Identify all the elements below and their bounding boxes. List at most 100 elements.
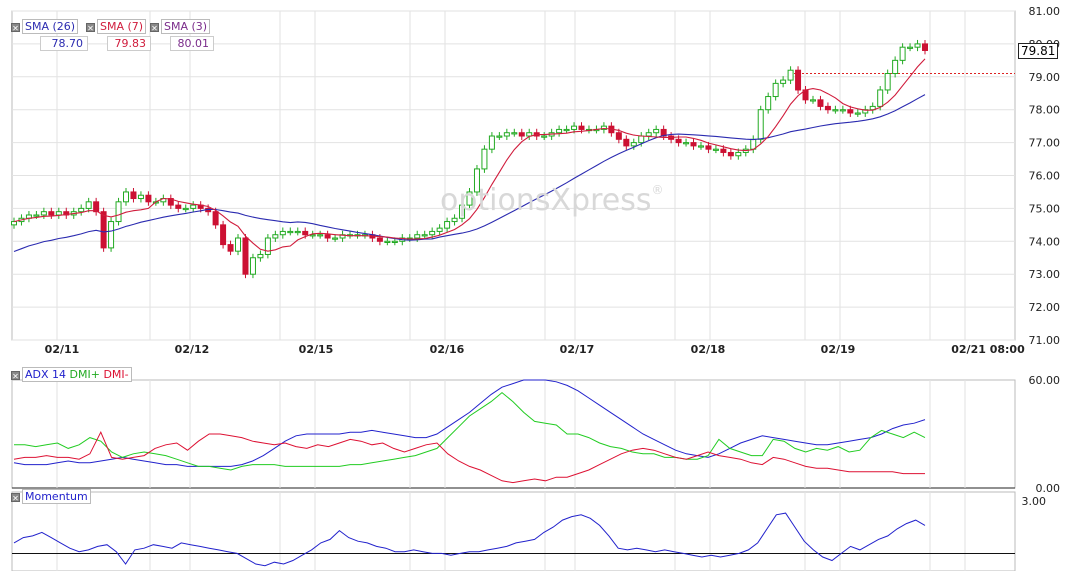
candle-body [556, 128, 563, 134]
candle-body [11, 221, 17, 226]
axis-labels: 81.0080.0079.0078.0077.0076.0075.0074.00… [45, 5, 1060, 508]
candle-body [615, 132, 622, 140]
y-tick-label: 79.00 [1029, 71, 1061, 84]
y-tick-label: 3.00 [1022, 495, 1047, 508]
candle-body [697, 145, 704, 148]
candle-body [436, 227, 443, 232]
y-tick-label: 73.00 [1029, 268, 1061, 281]
y-tick-label: 74.00 [1029, 235, 1061, 248]
candle-body [907, 46, 914, 49]
legend-momentum-label: Momentum [22, 489, 91, 504]
candle-body [817, 99, 824, 107]
candle-body [287, 230, 294, 234]
candle-body [899, 46, 906, 61]
dmi-plus-line [14, 391, 926, 471]
candle-body [220, 224, 227, 246]
candle-body [847, 109, 854, 114]
candle-body [735, 151, 742, 157]
candle-body [182, 207, 189, 211]
candle-body [257, 253, 264, 259]
candle-body [324, 234, 331, 239]
legend-dmi-minus-label: DMI- [103, 368, 129, 381]
candle-body [332, 237, 339, 240]
momentum-line [13, 512, 926, 567]
y-tick-label: 60.00 [1029, 374, 1061, 387]
last-price-box: 79.81 [1018, 43, 1059, 59]
x-tick-label: 02/12 [175, 343, 210, 356]
candle-body [55, 211, 62, 216]
y-tick-label: 75.00 [1029, 202, 1061, 215]
candle-body [653, 128, 660, 134]
close-icon[interactable]: ✕ [11, 493, 20, 503]
candle-body [391, 240, 398, 244]
candle-body [765, 96, 772, 111]
close-icon[interactable]: ✕ [11, 23, 20, 33]
candle-body [638, 135, 645, 144]
candle-body [421, 234, 428, 237]
y-tick-label: 71.00 [1029, 334, 1061, 347]
x-tick-label: 02/15 [299, 343, 334, 356]
chart-canvas: 81.0080.0079.0078.0077.0076.0075.0074.00… [11, 5, 1060, 571]
x-tick-label: 02/21 08:00 [951, 343, 1025, 356]
legend-momentum[interactable]: ✕ Momentum [11, 489, 91, 504]
sma26-value: 78.70 [40, 36, 88, 51]
y-tick-label: 78.00 [1029, 104, 1061, 117]
candle-body [705, 145, 712, 150]
x-tick-label: 02/16 [430, 343, 465, 356]
candle-body [294, 230, 301, 234]
legend-dmi-plus-label: DMI+ [69, 368, 100, 381]
candle-body [727, 151, 734, 157]
candle-body [279, 230, 286, 236]
sma7-value: 79.83 [107, 36, 151, 51]
close-icon[interactable]: ✕ [11, 371, 20, 381]
candle-body [496, 135, 503, 138]
candle-body [40, 211, 47, 216]
legend-adx[interactable]: ✕ ADX 14 DMI+ DMI- [11, 367, 132, 382]
candle-body [757, 109, 764, 140]
candle-body [832, 109, 839, 112]
y-tick-label: 81.00 [1029, 5, 1061, 18]
candle-body [780, 79, 787, 84]
candle-body [914, 43, 921, 48]
candle-body [78, 207, 85, 213]
legend-adx-label: ADX 14 [25, 368, 67, 381]
candle-body [302, 230, 309, 236]
candle-body [809, 99, 816, 102]
sma7-line [13, 58, 926, 252]
candle-body [123, 191, 130, 203]
candle-body [429, 230, 436, 236]
grid-layer [11, 10, 1016, 571]
candle-body [839, 109, 846, 112]
close-icon[interactable]: ✕ [86, 23, 95, 33]
candle-body [317, 234, 324, 237]
sma3-value: 80.01 [170, 36, 214, 51]
watermark: optionsXpress® [440, 183, 664, 218]
candle-body [249, 257, 256, 275]
candle-body [563, 128, 570, 132]
candle-body [145, 194, 152, 203]
candle-body [787, 69, 794, 81]
legend-sma26[interactable]: ✕ SMA (26) [11, 19, 79, 34]
candle-body [772, 82, 779, 98]
candle-body [100, 211, 107, 249]
legend-sma3[interactable]: ✕ SMA (3) [150, 19, 211, 34]
candle-body [33, 214, 40, 217]
candle-body [511, 132, 518, 135]
adx-panel [13, 379, 926, 484]
candle-body [623, 138, 630, 147]
candle-body [571, 125, 578, 130]
candle-body [130, 191, 137, 200]
candle-body [518, 132, 525, 137]
close-icon[interactable]: ✕ [150, 23, 159, 33]
candle-body [235, 237, 242, 252]
candle-body [690, 142, 697, 147]
candle-body [242, 237, 249, 275]
candle-body [884, 73, 891, 91]
legend-sma7[interactable]: ✕ SMA (7) [86, 19, 147, 34]
x-tick-label: 02/18 [691, 343, 726, 356]
candle-body [877, 89, 884, 107]
candle-body [108, 221, 115, 249]
y-tick-label: 77.00 [1029, 137, 1061, 150]
y-tick-label: 0.00 [1036, 482, 1061, 495]
candle-body [175, 204, 182, 209]
